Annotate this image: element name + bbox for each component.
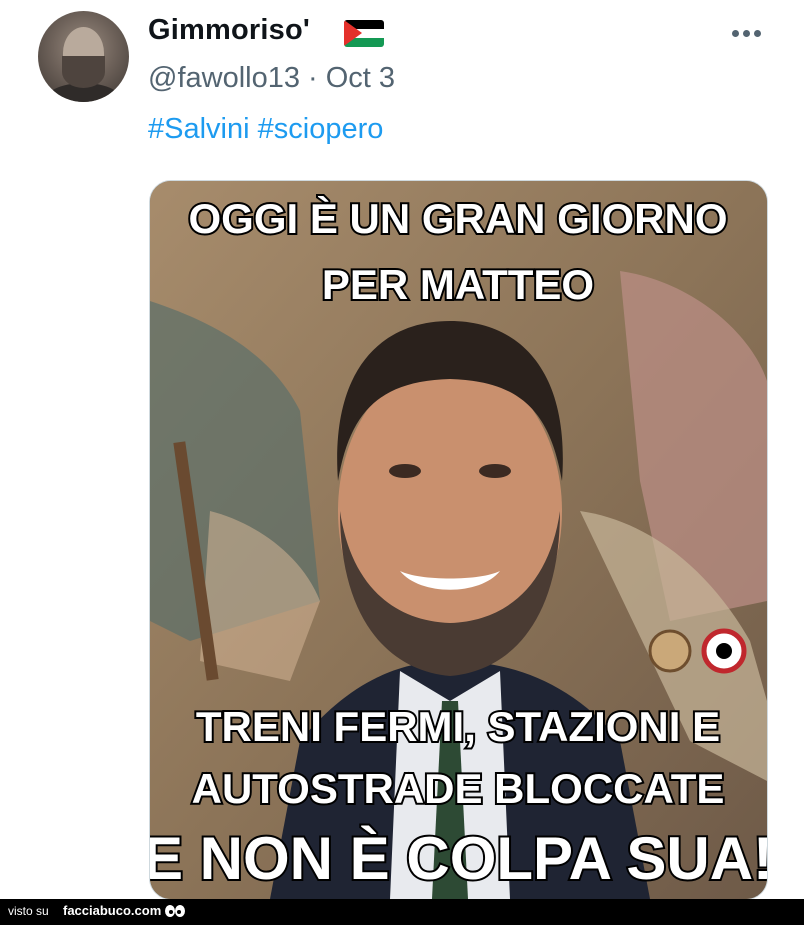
eyes-icon	[165, 905, 185, 917]
meme-image: OGGI È UN GRAN GIORNO PER MATTEO TRENI F…	[150, 181, 767, 899]
hashtag-sciopero-link[interactable]: #sciopero	[258, 113, 384, 145]
tweet-image[interactable]: OGGI È UN GRAN GIORNO PER MATTEO TRENI F…	[149, 180, 768, 900]
fist-icon	[716, 643, 732, 659]
more-options-button[interactable]	[724, 18, 768, 48]
bottom-text-line-2: AUTOSTRADE BLOCCATE	[192, 765, 725, 812]
watermark-brand[interactable]: facciabuco.com	[63, 903, 161, 918]
user-avatar[interactable]	[38, 11, 129, 102]
tweet-hashtags: #Salvini #sciopero	[148, 113, 383, 146]
more-horizontal-icon	[731, 29, 739, 37]
left-eye	[389, 464, 421, 478]
right-eye	[479, 464, 511, 478]
top-text-line-2: PER MATTEO	[322, 261, 594, 308]
handle-and-date[interactable]: @fawollo13 · Oct 3	[148, 62, 395, 95]
watermark-visto-label: visto su	[8, 904, 49, 918]
avatar-beard	[62, 56, 105, 88]
display-name[interactable]: Gimmoriso'	[148, 14, 310, 47]
logo-badge-left	[648, 629, 692, 673]
bottom-text-line-1: TRENI FERMI, STAZIONI E	[196, 703, 720, 750]
bottom-text-line-3: E NON È COLPA SUA!	[150, 825, 767, 892]
hashtag-salvini-link[interactable]: #Salvini	[148, 113, 250, 145]
watermark-bar: visto su facciabuco.com	[0, 899, 804, 925]
palestine-flag-icon	[344, 20, 384, 47]
top-text-line-1: OGGI È UN GRAN GIORNO	[188, 195, 727, 242]
